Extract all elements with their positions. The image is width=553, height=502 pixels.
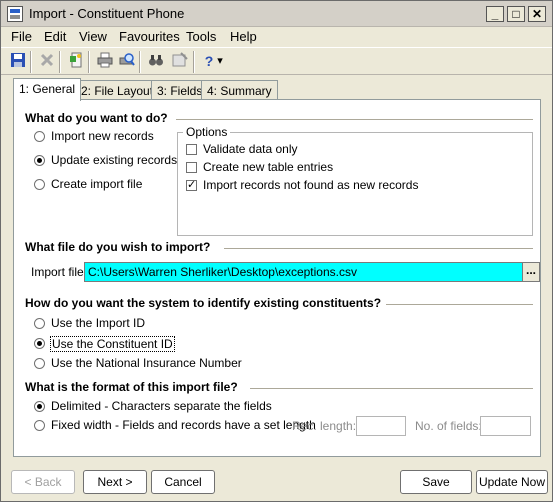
find-icon[interactable] — [147, 52, 165, 70]
toolbar-separator — [88, 51, 90, 73]
create-table-entries-label[interactable]: Create new table entries — [203, 160, 333, 174]
section-divider — [224, 248, 533, 249]
import-not-found-label[interactable]: Import records not found as new records — [203, 178, 418, 192]
properties-icon[interactable] — [67, 52, 85, 70]
radio-import-new[interactable] — [34, 131, 45, 142]
radio-update-existing[interactable] — [34, 155, 45, 166]
validate-only-checkbox[interactable] — [186, 144, 197, 155]
create-table-entries-checkbox[interactable] — [186, 162, 197, 173]
menu-favourites[interactable]: Favourites — [119, 29, 180, 44]
import-file-input[interactable]: C:\Users\Warren Sherliker\Desktop\except… — [84, 262, 524, 282]
radio-constituent-id[interactable] — [34, 338, 45, 349]
menu-tools[interactable]: Tools — [186, 29, 216, 44]
save-button[interactable]: Save — [400, 470, 472, 494]
import-window: Import - Constituent Phone _ □ ✕ File Ed… — [0, 0, 553, 502]
general-panel: What do you want to do? Import new recor… — [13, 99, 541, 457]
save-icon[interactable] — [9, 52, 27, 70]
print-preview-icon[interactable] — [118, 52, 136, 70]
rec-length-label: Rec. length: — [292, 419, 357, 433]
update-now-button[interactable]: Update Now — [476, 470, 548, 494]
radio-create-import-file-label[interactable]: Create import file — [51, 177, 142, 191]
todo-heading: What do you want to do? — [25, 111, 168, 125]
menu-help[interactable]: Help — [230, 29, 257, 44]
print-icon[interactable] — [96, 52, 114, 70]
num-fields-input[interactable] — [480, 416, 531, 436]
toolbar-separator — [30, 51, 32, 73]
radio-update-existing-label[interactable]: Update existing records — [51, 153, 177, 167]
radio-ni-number-label[interactable]: Use the National Insurance Number — [51, 356, 242, 370]
minimize-button[interactable]: _ — [486, 6, 504, 22]
title-bar: Import - Constituent Phone _ □ ✕ — [1, 1, 552, 27]
maximize-button[interactable]: □ — [507, 6, 525, 22]
radio-import-id-label[interactable]: Use the Import ID — [51, 316, 145, 330]
browse-button[interactable]: ... — [522, 262, 540, 282]
radio-delimited-label[interactable]: Delimited - Characters separate the fiel… — [51, 399, 272, 413]
window-title: Import - Constituent Phone — [29, 6, 185, 21]
validate-only-label[interactable]: Validate data only — [203, 142, 298, 156]
format-heading: What is the format of this import file? — [25, 380, 238, 394]
radio-constituent-id-label[interactable]: Use the Constituent ID — [50, 336, 175, 352]
file-heading: What file do you wish to import? — [25, 240, 211, 254]
radio-ni-number[interactable] — [34, 358, 45, 369]
section-divider — [386, 304, 533, 305]
view-icon[interactable] — [171, 52, 189, 70]
tab-summary[interactable]: 4: Summary — [201, 80, 278, 100]
radio-delimited[interactable] — [34, 401, 45, 412]
button-bar: < Back Next > Cancel Save Update Now — [1, 463, 552, 501]
menu-file[interactable]: File — [11, 29, 32, 44]
toolbar-separator — [59, 51, 61, 73]
rec-length-input[interactable] — [356, 416, 406, 436]
toolbar: ? ▾ — [1, 47, 552, 75]
tab-file-layout[interactable]: 2: File Layout — [75, 80, 160, 100]
menu-bar: File Edit View Favourites Tools Help — [1, 27, 552, 47]
delete-icon[interactable] — [38, 52, 56, 70]
toolbar-separator — [139, 51, 141, 73]
cancel-button[interactable]: Cancel — [151, 470, 215, 494]
import-file-label: Import file: — [31, 265, 88, 279]
radio-fixed-width[interactable] — [34, 420, 45, 431]
radio-import-id[interactable] — [34, 318, 45, 329]
identify-heading: How do you want the system to identify e… — [25, 296, 382, 310]
num-fields-label: No. of fields: — [415, 419, 482, 433]
radio-import-new-label[interactable]: Import new records — [51, 129, 154, 143]
app-icon — [7, 6, 23, 22]
next-button[interactable]: Next > — [83, 470, 147, 494]
radio-create-import-file[interactable] — [34, 179, 45, 190]
dropdown-arrow-icon[interactable]: ▾ — [214, 52, 226, 70]
menu-view[interactable]: View — [79, 29, 107, 44]
radio-fixed-width-label[interactable]: Fixed width - Fields and records have a … — [51, 418, 316, 432]
options-group: Options Validate data only Create new ta… — [177, 125, 533, 236]
back-button[interactable]: < Back — [11, 470, 75, 494]
section-divider — [250, 388, 533, 389]
options-legend: Options — [183, 125, 231, 139]
tab-general[interactable]: 1: General — [13, 78, 82, 101]
menu-edit[interactable]: Edit — [44, 29, 66, 44]
toolbar-separator — [193, 51, 195, 73]
import-not-found-checkbox[interactable]: ✓ — [186, 180, 197, 191]
close-button[interactable]: ✕ — [528, 6, 546, 22]
section-divider — [176, 119, 533, 120]
tab-fields[interactable]: 3: Fields — [151, 80, 209, 100]
